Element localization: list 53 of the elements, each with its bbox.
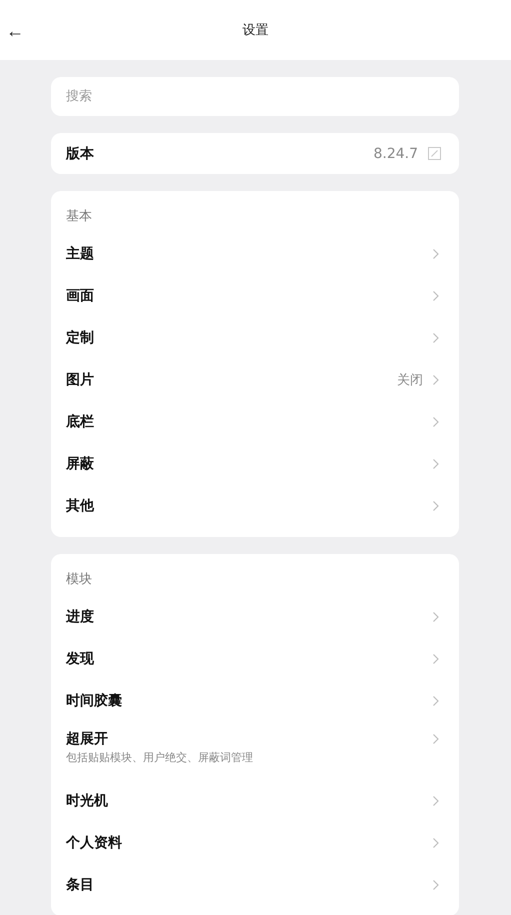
settings-item[interactable]: 屏蔽 (51, 443, 459, 485)
item-label: 主题 (66, 245, 94, 263)
settings-item[interactable]: 时光机 (51, 780, 459, 822)
chevron-icon (433, 459, 439, 469)
section-title: 模块 (65, 571, 93, 589)
settings-item[interactable]: 底栏 (51, 401, 459, 443)
item-label: 发现 (66, 650, 94, 668)
chevron-icon (433, 501, 439, 511)
item-label: 条目 (66, 876, 94, 894)
section-title: 基本 (65, 208, 93, 226)
chevron-icon (433, 796, 439, 806)
chevron-icon (433, 612, 439, 622)
settings-item[interactable]: 时间胶囊 (51, 680, 459, 722)
item-label: 画面 (66, 287, 94, 305)
item-label: 图片 (66, 371, 94, 389)
item-label: 时间胶囊 (66, 692, 122, 710)
settings-item[interactable]: 定制 (51, 317, 459, 359)
item-label: 屏蔽 (66, 455, 94, 473)
search-field[interactable]: 搜索 (51, 77, 459, 116)
chevron-icon (433, 333, 439, 343)
item-description: 包括贴贴模块、用户绝交、屏蔽词管理 (66, 750, 253, 765)
item-label: 超展开 (66, 730, 109, 748)
settings-item[interactable]: 条目 (51, 864, 459, 906)
chevron-icon (433, 654, 439, 664)
external-link-icon (428, 147, 441, 160)
item-label: 其他 (66, 497, 94, 515)
version-row[interactable]: 版本 8.24.7 (51, 133, 459, 174)
chevron-icon (433, 734, 439, 744)
settings-item[interactable]: 发现 (51, 638, 459, 680)
settings-item[interactable]: 超展开 包括贴贴模块、用户绝交、屏蔽词管理 (51, 722, 459, 780)
chevron-icon (433, 696, 439, 706)
settings-item[interactable]: 进度 (51, 596, 459, 638)
settings-item[interactable]: 图片 关闭 (51, 359, 459, 401)
chevron-icon (433, 291, 439, 301)
back-button[interactable]: ← (2, 22, 28, 40)
chevron-icon (433, 249, 439, 259)
page-title: 设置 (242, 22, 268, 39)
item-label: 个人资料 (66, 834, 122, 852)
item-label: 底栏 (66, 413, 94, 431)
settings-item[interactable]: 主题 (51, 233, 459, 275)
row-label: 版本 (66, 144, 94, 162)
settings-item[interactable]: 画面 (51, 275, 459, 317)
chevron-icon (433, 417, 439, 427)
item-value: 关闭 (397, 372, 423, 389)
chevron-icon (433, 838, 439, 848)
version-number: 8.24.7 (373, 146, 418, 162)
chevron-icon (433, 880, 439, 890)
chevron-icon (433, 375, 439, 385)
item-label: 时光机 (66, 792, 108, 810)
settings-item[interactable]: 个人资料 (51, 822, 459, 864)
item-label: 定制 (66, 329, 94, 347)
settings-item[interactable]: 其他 (51, 485, 459, 527)
item-label: 进度 (66, 608, 94, 626)
